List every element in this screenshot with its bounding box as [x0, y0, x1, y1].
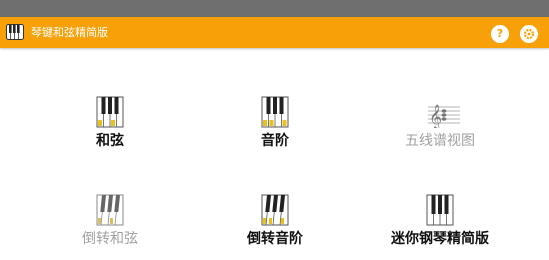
- settings-button[interactable]: [520, 25, 538, 43]
- menu-item-inverted-chord[interactable]: 倒转和弦: [40, 194, 180, 260]
- menu-item-staff-view[interactable]: 𝄞 五线谱视图: [370, 96, 510, 162]
- piano-keys-icon: [261, 96, 289, 128]
- menu-item-inverted-scale[interactable]: 倒转音阶: [205, 194, 345, 260]
- menu-item-label: 迷你钢琴精简版: [391, 231, 489, 247]
- menu-item-label: 倒转和弦: [82, 231, 138, 247]
- piano-keys-icon: [6, 24, 24, 40]
- status-bar: [0, 0, 549, 17]
- slanted-piano-keys-icon: [261, 194, 289, 226]
- app-title: 琴键和弦精简版: [31, 26, 108, 39]
- menu-item-label: 和弦: [96, 133, 124, 149]
- svg-text:𝄞: 𝄞: [429, 104, 442, 128]
- piano-keys-icon: [96, 96, 124, 128]
- menu-item-label: 五线谱视图: [405, 133, 475, 149]
- menu-item-chord[interactable]: 和弦: [40, 96, 180, 162]
- gear-icon: [523, 28, 535, 40]
- slanted-piano-keys-icon: [96, 194, 124, 226]
- app-bar: 琴键和弦精简版 ?: [0, 17, 549, 48]
- menu-item-mini-piano[interactable]: 迷你钢琴精简版: [370, 194, 510, 260]
- piano-keys-icon: [426, 194, 454, 226]
- treble-clef-icon: 𝄞: [428, 104, 460, 128]
- menu-item-scale[interactable]: 音阶: [205, 96, 345, 162]
- menu-item-label: 倒转音阶: [247, 231, 303, 247]
- help-button[interactable]: ?: [491, 25, 509, 43]
- menu-item-label: 音阶: [261, 133, 289, 149]
